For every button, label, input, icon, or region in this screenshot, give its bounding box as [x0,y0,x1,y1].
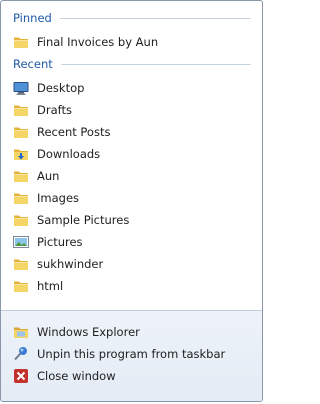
folder-icon [13,168,29,184]
recent-item-label: Images [37,191,80,205]
pinned-header-divider [59,17,251,19]
folder-icon [13,256,29,272]
unpin-label: Unpin this program from taskbar [37,347,226,361]
close-window-label: Close window [37,369,116,383]
recent-item-label: html [37,279,64,293]
recent-item-label: Drafts [37,103,72,117]
unpin-icon [14,347,27,361]
desktop-icon [13,82,29,95]
folder-icon [13,212,29,228]
tasks-footer: Windows Explorer Unpin this program from… [1,310,262,401]
recent-item-images[interactable]: Images [13,187,251,209]
recent-item-desktop[interactable]: Desktop [13,77,251,99]
recent-item-recent-posts[interactable]: Recent Posts [13,121,251,143]
recent-item-label: Downloads [37,147,101,161]
recent-header-divider [60,63,251,65]
pinned-header-label: Pinned [13,11,52,25]
unpin-from-taskbar-button[interactable]: Unpin this program from taskbar [13,343,251,365]
folder-icon [13,190,29,206]
recent-header-label: Recent [13,57,53,71]
pinned-item-label: Final Invoices by Aun [37,35,159,49]
folder-icon [13,124,29,140]
recent-item-label: Desktop [37,81,85,95]
pinned-header: Pinned [13,11,251,25]
recent-item-label: Pictures [37,235,83,249]
pinned-item-final-invoices[interactable]: Final Invoices by Aun [13,31,251,53]
close-window-button[interactable]: Close window [13,365,251,387]
close-icon [14,369,28,383]
recent-item-downloads[interactable]: Downloads [13,143,251,165]
recent-item-label: Recent Posts [37,125,111,139]
recent-item-drafts[interactable]: Drafts [13,99,251,121]
recent-item-aun[interactable]: Aun [13,165,251,187]
windows-explorer-label: Windows Explorer [37,325,140,339]
folder-icon [13,278,29,294]
pictures-library-icon [13,236,29,248]
folder-icon [13,34,29,50]
downloads-folder-icon [14,149,28,160]
windows-explorer-icon [14,327,28,338]
recent-item-html[interactable]: html [13,275,251,297]
recent-header: Recent [13,57,251,71]
recent-item-label: Sample Pictures [37,213,130,227]
open-windows-explorer-button[interactable]: Windows Explorer [13,321,251,343]
folder-icon [13,102,29,118]
recent-item-label: Aun [37,169,60,183]
recent-item-pictures[interactable]: Pictures [13,231,251,253]
jump-list: Pinned Final Invoices by Aun Recent Desk… [0,0,263,402]
recent-item-sukhwinder[interactable]: sukhwinder [13,253,251,275]
recent-item-label: sukhwinder [37,257,104,271]
recent-item-sample-pictures[interactable]: Sample Pictures [13,209,251,231]
